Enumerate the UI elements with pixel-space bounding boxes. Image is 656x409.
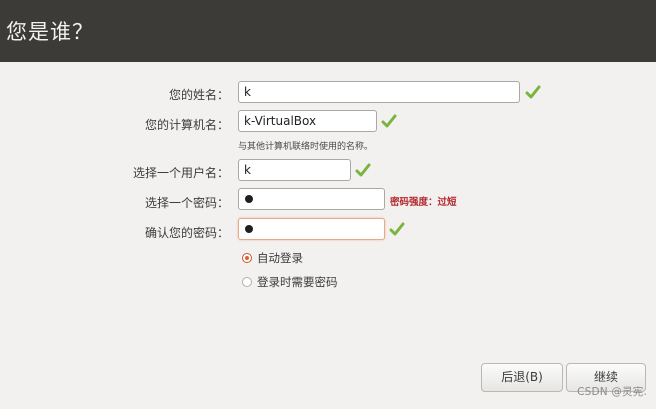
check-icon	[381, 114, 397, 128]
check-icon	[355, 163, 371, 177]
password-field[interactable]	[238, 188, 385, 210]
check-icon	[525, 85, 541, 99]
password-strength-indicator: 密码强度：过短	[390, 197, 457, 208]
require-password-label: 登录时需要密码	[257, 275, 338, 289]
back-button[interactable]: 后退(B)	[481, 363, 563, 392]
auto-login-radio[interactable]	[242, 253, 252, 263]
username-label: 选择一个用户名：	[132, 166, 229, 180]
name-field[interactable]: k	[238, 81, 520, 103]
password-mask-dot	[245, 224, 253, 233]
username-field[interactable]: k	[238, 159, 351, 181]
auto-login-label: 自动登录	[257, 251, 303, 265]
page-title: 您是谁？	[6, 20, 94, 44]
require-password-option[interactable]: 登录时需要密码	[242, 274, 338, 290]
auto-login-option[interactable]: 自动登录	[242, 250, 303, 266]
require-password-radio[interactable]	[242, 277, 252, 287]
name-label: 您的姓名：	[168, 88, 229, 102]
confirm-password-field[interactable]	[238, 218, 385, 240]
computer-name-hint: 与其他计算机联络时使用的名称。	[238, 142, 374, 152]
password-mask-dot	[245, 194, 253, 203]
watermark: CSDN @灵宪.	[577, 386, 647, 398]
computer-name-label: 您的计算机名：	[144, 118, 229, 132]
confirm-password-label: 确认您的密码：	[144, 226, 229, 240]
title-bar: 您是谁？	[0, 0, 656, 62]
password-label: 选择一个密码：	[144, 196, 229, 210]
computer-name-field[interactable]: k-VirtualBox	[238, 110, 377, 132]
check-icon	[389, 222, 405, 236]
